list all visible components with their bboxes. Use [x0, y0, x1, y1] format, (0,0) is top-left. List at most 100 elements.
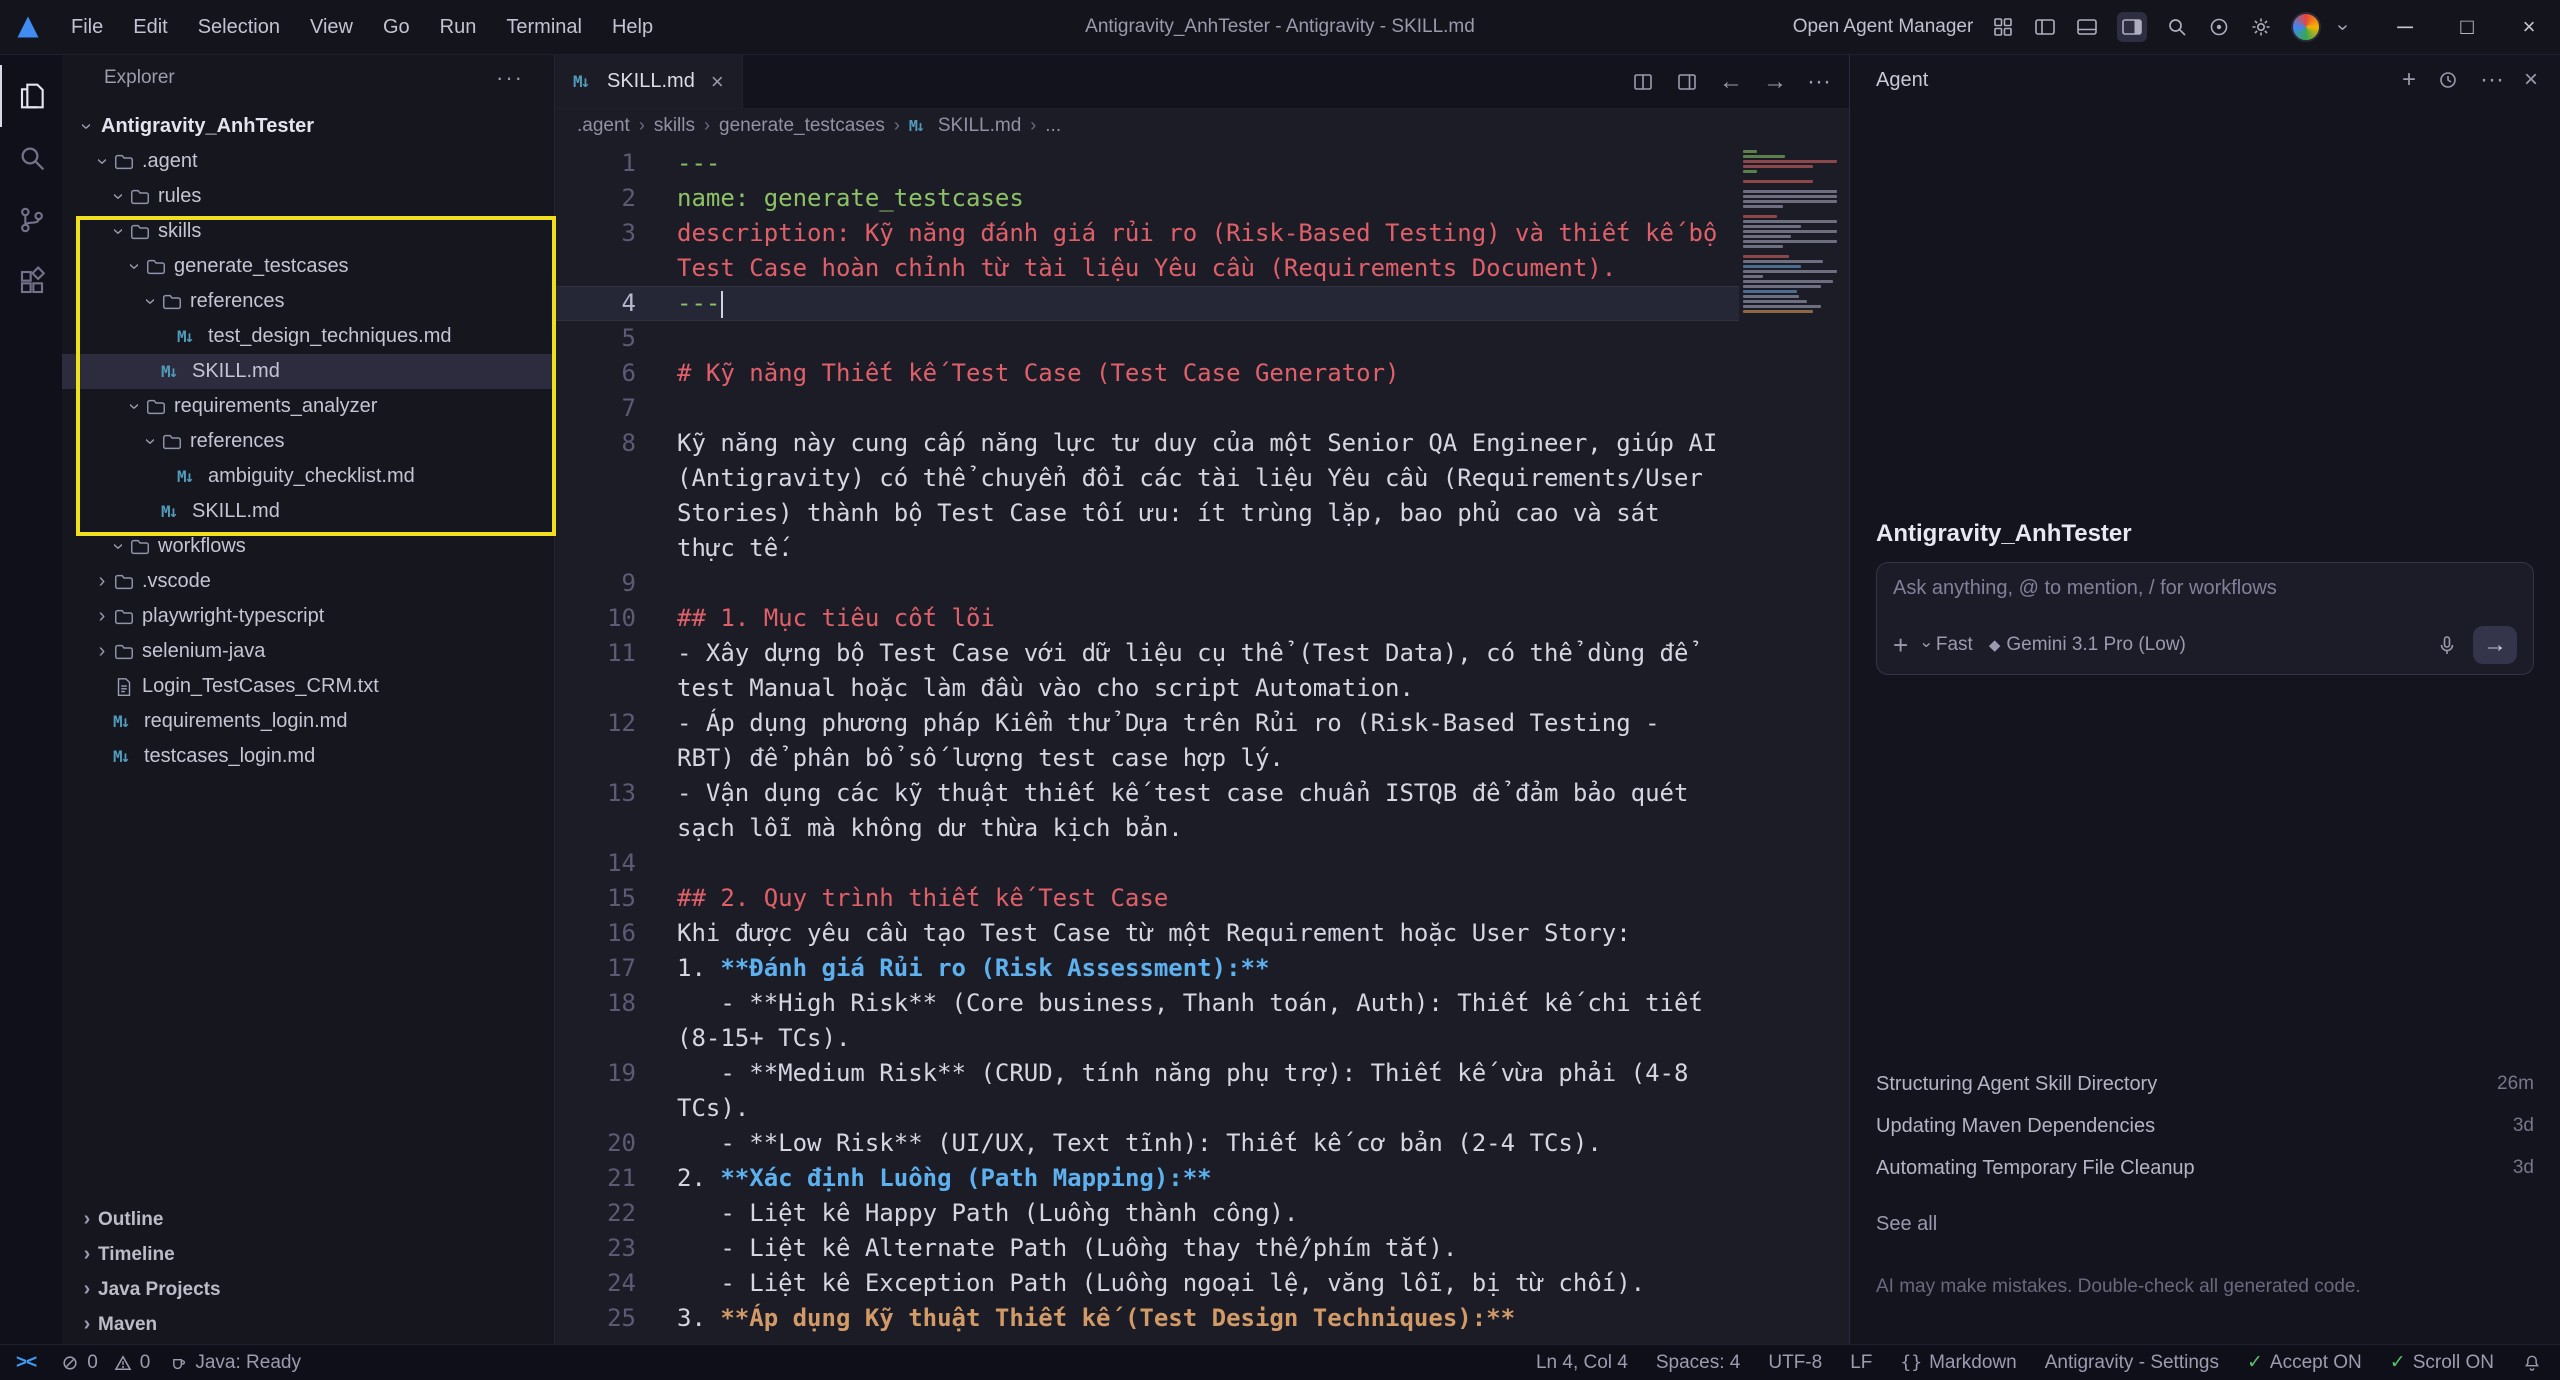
back-icon[interactable]: ← — [1719, 68, 1743, 96]
model-dropdown[interactable]: ◆Gemini 3.1 Pro (Low) — [1989, 634, 2186, 656]
source-control-icon[interactable] — [0, 189, 62, 251]
tree-item-folder[interactable]: ›.vscode — [62, 564, 554, 599]
tree-item-file[interactable]: M↓ambiguity_checklist.md — [62, 459, 554, 494]
code-line[interactable]: 7 — [555, 391, 1739, 426]
open-preview-icon[interactable] — [1631, 70, 1655, 94]
microphone-icon[interactable] — [2435, 633, 2459, 657]
tree-item-folder[interactable]: ›selenium-java — [62, 634, 554, 669]
section-timeline[interactable]: ›Timeline — [62, 1237, 554, 1272]
menu-terminal[interactable]: Terminal — [491, 0, 597, 55]
code-line[interactable]: 253. **Áp dụng Kỹ thuật Thiết kế (Test D… — [555, 1301, 1739, 1336]
close-button[interactable]: × — [2498, 0, 2560, 55]
breadcrumb-item[interactable]: generate_testcases — [719, 115, 885, 137]
tree-item-root[interactable]: ›Antigravity_AnhTester — [62, 109, 554, 144]
tree-item-folder[interactable]: ›playwright-typescript — [62, 599, 554, 634]
new-conversation-icon[interactable]: + — [2402, 66, 2416, 94]
more-actions-icon[interactable]: ··· — [2480, 66, 2504, 94]
errors-warnings[interactable]: 0 0 — [60, 1352, 150, 1374]
menu-run[interactable]: Run — [425, 0, 492, 55]
code-line[interactable]: 22 - Liệt kê Happy Path (Luồng thành côn… — [555, 1196, 1739, 1231]
minimize-button[interactable]: ─ — [2374, 0, 2436, 55]
code-line[interactable]: 9 — [555, 566, 1739, 601]
code-line[interactable]: 16Khi được yêu cầu tạo Test Case từ một … — [555, 916, 1739, 951]
tree-item-file[interactable]: M↓SKILL.md — [62, 494, 554, 529]
send-button[interactable]: → — [2473, 626, 2517, 664]
tree-item-folder[interactable]: ›requirements_analyzer — [62, 389, 554, 424]
menu-selection[interactable]: Selection — [183, 0, 295, 55]
avatar[interactable] — [2291, 12, 2321, 42]
code-line[interactable]: 2name: generate_testcases — [555, 181, 1739, 216]
gear-icon[interactable] — [2249, 15, 2273, 39]
close-icon[interactable]: × — [2524, 66, 2538, 94]
section-outline[interactable]: ›Outline — [62, 1202, 554, 1237]
menu-edit[interactable]: Edit — [118, 0, 182, 55]
eol[interactable]: LF — [1850, 1352, 1872, 1374]
extensions-icon[interactable] — [0, 251, 62, 313]
breadcrumb-item[interactable]: SKILL.md — [938, 115, 1021, 137]
more-actions-icon[interactable]: ··· — [1807, 68, 1831, 96]
language-mode[interactable]: {}Markdown — [1900, 1352, 2016, 1374]
code-line[interactable]: 15## 2. Quy trình thiết kế Test Case — [555, 881, 1739, 916]
code-line[interactable]: 13- Vận dụng các kỹ thuật thiết kế test … — [555, 776, 1739, 846]
chevron-down-icon[interactable]: › — [2331, 24, 2354, 31]
accept-toggle[interactable]: ✓Accept ON — [2247, 1351, 2362, 1374]
tree-item-folder[interactable]: ›.agent — [62, 144, 554, 179]
tab-skill-md[interactable]: M↓ SKILL.md × — [555, 55, 743, 108]
menu-go[interactable]: Go — [368, 0, 425, 55]
menu-help[interactable]: Help — [597, 0, 668, 55]
history-item[interactable]: Structuring Agent Skill Directory26m — [1876, 1063, 2534, 1105]
code-line[interactable]: 19 - **Medium Risk** (CRUD, tính năng ph… — [555, 1056, 1739, 1126]
tree-item-file[interactable]: M↓test_design_techniques.md — [62, 319, 554, 354]
section-maven[interactable]: ›Maven — [62, 1307, 554, 1342]
notifications-bell-icon[interactable] — [2522, 1353, 2542, 1373]
menu-file[interactable]: File — [56, 0, 118, 55]
minimap[interactable] — [1739, 142, 1849, 1344]
tree-item-file[interactable]: M↓requirements_login.md — [62, 704, 554, 739]
code-line[interactable]: 14 — [555, 846, 1739, 881]
code-line[interactable]: 10## 1. Mục tiêu cốt lõi — [555, 601, 1739, 636]
code-line[interactable]: 23 - Liệt kê Alternate Path (Luồng thay … — [555, 1231, 1739, 1266]
agent-manager-grid-icon[interactable] — [1991, 15, 2015, 39]
breadcrumb-item[interactable]: ... — [1045, 115, 1061, 137]
breadcrumb-item[interactable]: skills — [654, 115, 695, 137]
tree-item-folder[interactable]: ›skills — [62, 214, 554, 249]
tree-item-file-selected[interactable]: M↓SKILL.md — [62, 354, 554, 389]
tree-item-file[interactable]: Login_TestCases_CRM.txt — [62, 669, 554, 704]
section-java-projects[interactable]: ›Java Projects — [62, 1272, 554, 1307]
java-status[interactable]: Java: Ready — [168, 1352, 301, 1374]
toggle-primary-sidebar-icon[interactable] — [2033, 15, 2057, 39]
code-line[interactable]: 1--- — [555, 146, 1739, 181]
code-line[interactable]: 212. **Xác định Luồng (Path Mapping):** — [555, 1161, 1739, 1196]
scroll-toggle[interactable]: ✓Scroll ON — [2390, 1351, 2494, 1374]
remote-icon[interactable]: >< — [10, 1352, 42, 1374]
code-line[interactable]: 6# Kỹ năng Thiết kế Test Case (Test Case… — [555, 356, 1739, 391]
forward-icon[interactable]: → — [1763, 68, 1787, 96]
menu-view[interactable]: View — [295, 0, 368, 55]
tree-item-folder[interactable]: ›references — [62, 284, 554, 319]
search-icon[interactable] — [2165, 15, 2189, 39]
tree-item-folder[interactable]: ›workflows — [62, 529, 554, 564]
tree-item-folder[interactable]: ›references — [62, 424, 554, 459]
assistant-icon[interactable] — [2207, 15, 2231, 39]
code-line[interactable]: 171. **Đánh giá Rủi ro (Risk Assessment)… — [555, 951, 1739, 986]
toggle-secondary-sidebar-icon[interactable] — [2117, 12, 2147, 42]
open-agent-manager-button[interactable]: Open Agent Manager — [1793, 16, 1974, 38]
see-all-link[interactable]: See all — [1876, 1213, 2534, 1236]
attach-icon[interactable]: + — [1893, 630, 1908, 661]
tree-item-file[interactable]: M↓testcases_login.md — [62, 739, 554, 774]
breadcrumb-item[interactable]: .agent — [577, 115, 630, 137]
explorer-more-actions-icon[interactable]: ··· — [496, 65, 524, 91]
indentation[interactable]: Spaces: 4 — [1656, 1352, 1741, 1374]
search-icon[interactable] — [0, 127, 62, 189]
code-line[interactable]: 5 — [555, 321, 1739, 356]
agent-input[interactable]: Ask anything, @ to mention, / for workfl… — [1876, 562, 2534, 675]
tree-item-folder[interactable]: ›generate_testcases — [62, 249, 554, 284]
history-icon[interactable] — [2436, 68, 2460, 92]
code-line[interactable]: 8Kỹ năng này cung cấp năng lực tư duy củ… — [555, 426, 1739, 566]
code-line[interactable]: 20 - **Low Risk** (UI/UX, Text tĩnh): Th… — [555, 1126, 1739, 1161]
encoding[interactable]: UTF-8 — [1768, 1352, 1822, 1374]
maximize-button[interactable]: □ — [2436, 0, 2498, 55]
code-line[interactable]: 3description: Kỹ năng đánh giá rủi ro (R… — [555, 216, 1739, 286]
history-item[interactable]: Automating Temporary File Cleanup3d — [1876, 1147, 2534, 1189]
cursor-position[interactable]: Ln 4, Col 4 — [1536, 1352, 1628, 1374]
